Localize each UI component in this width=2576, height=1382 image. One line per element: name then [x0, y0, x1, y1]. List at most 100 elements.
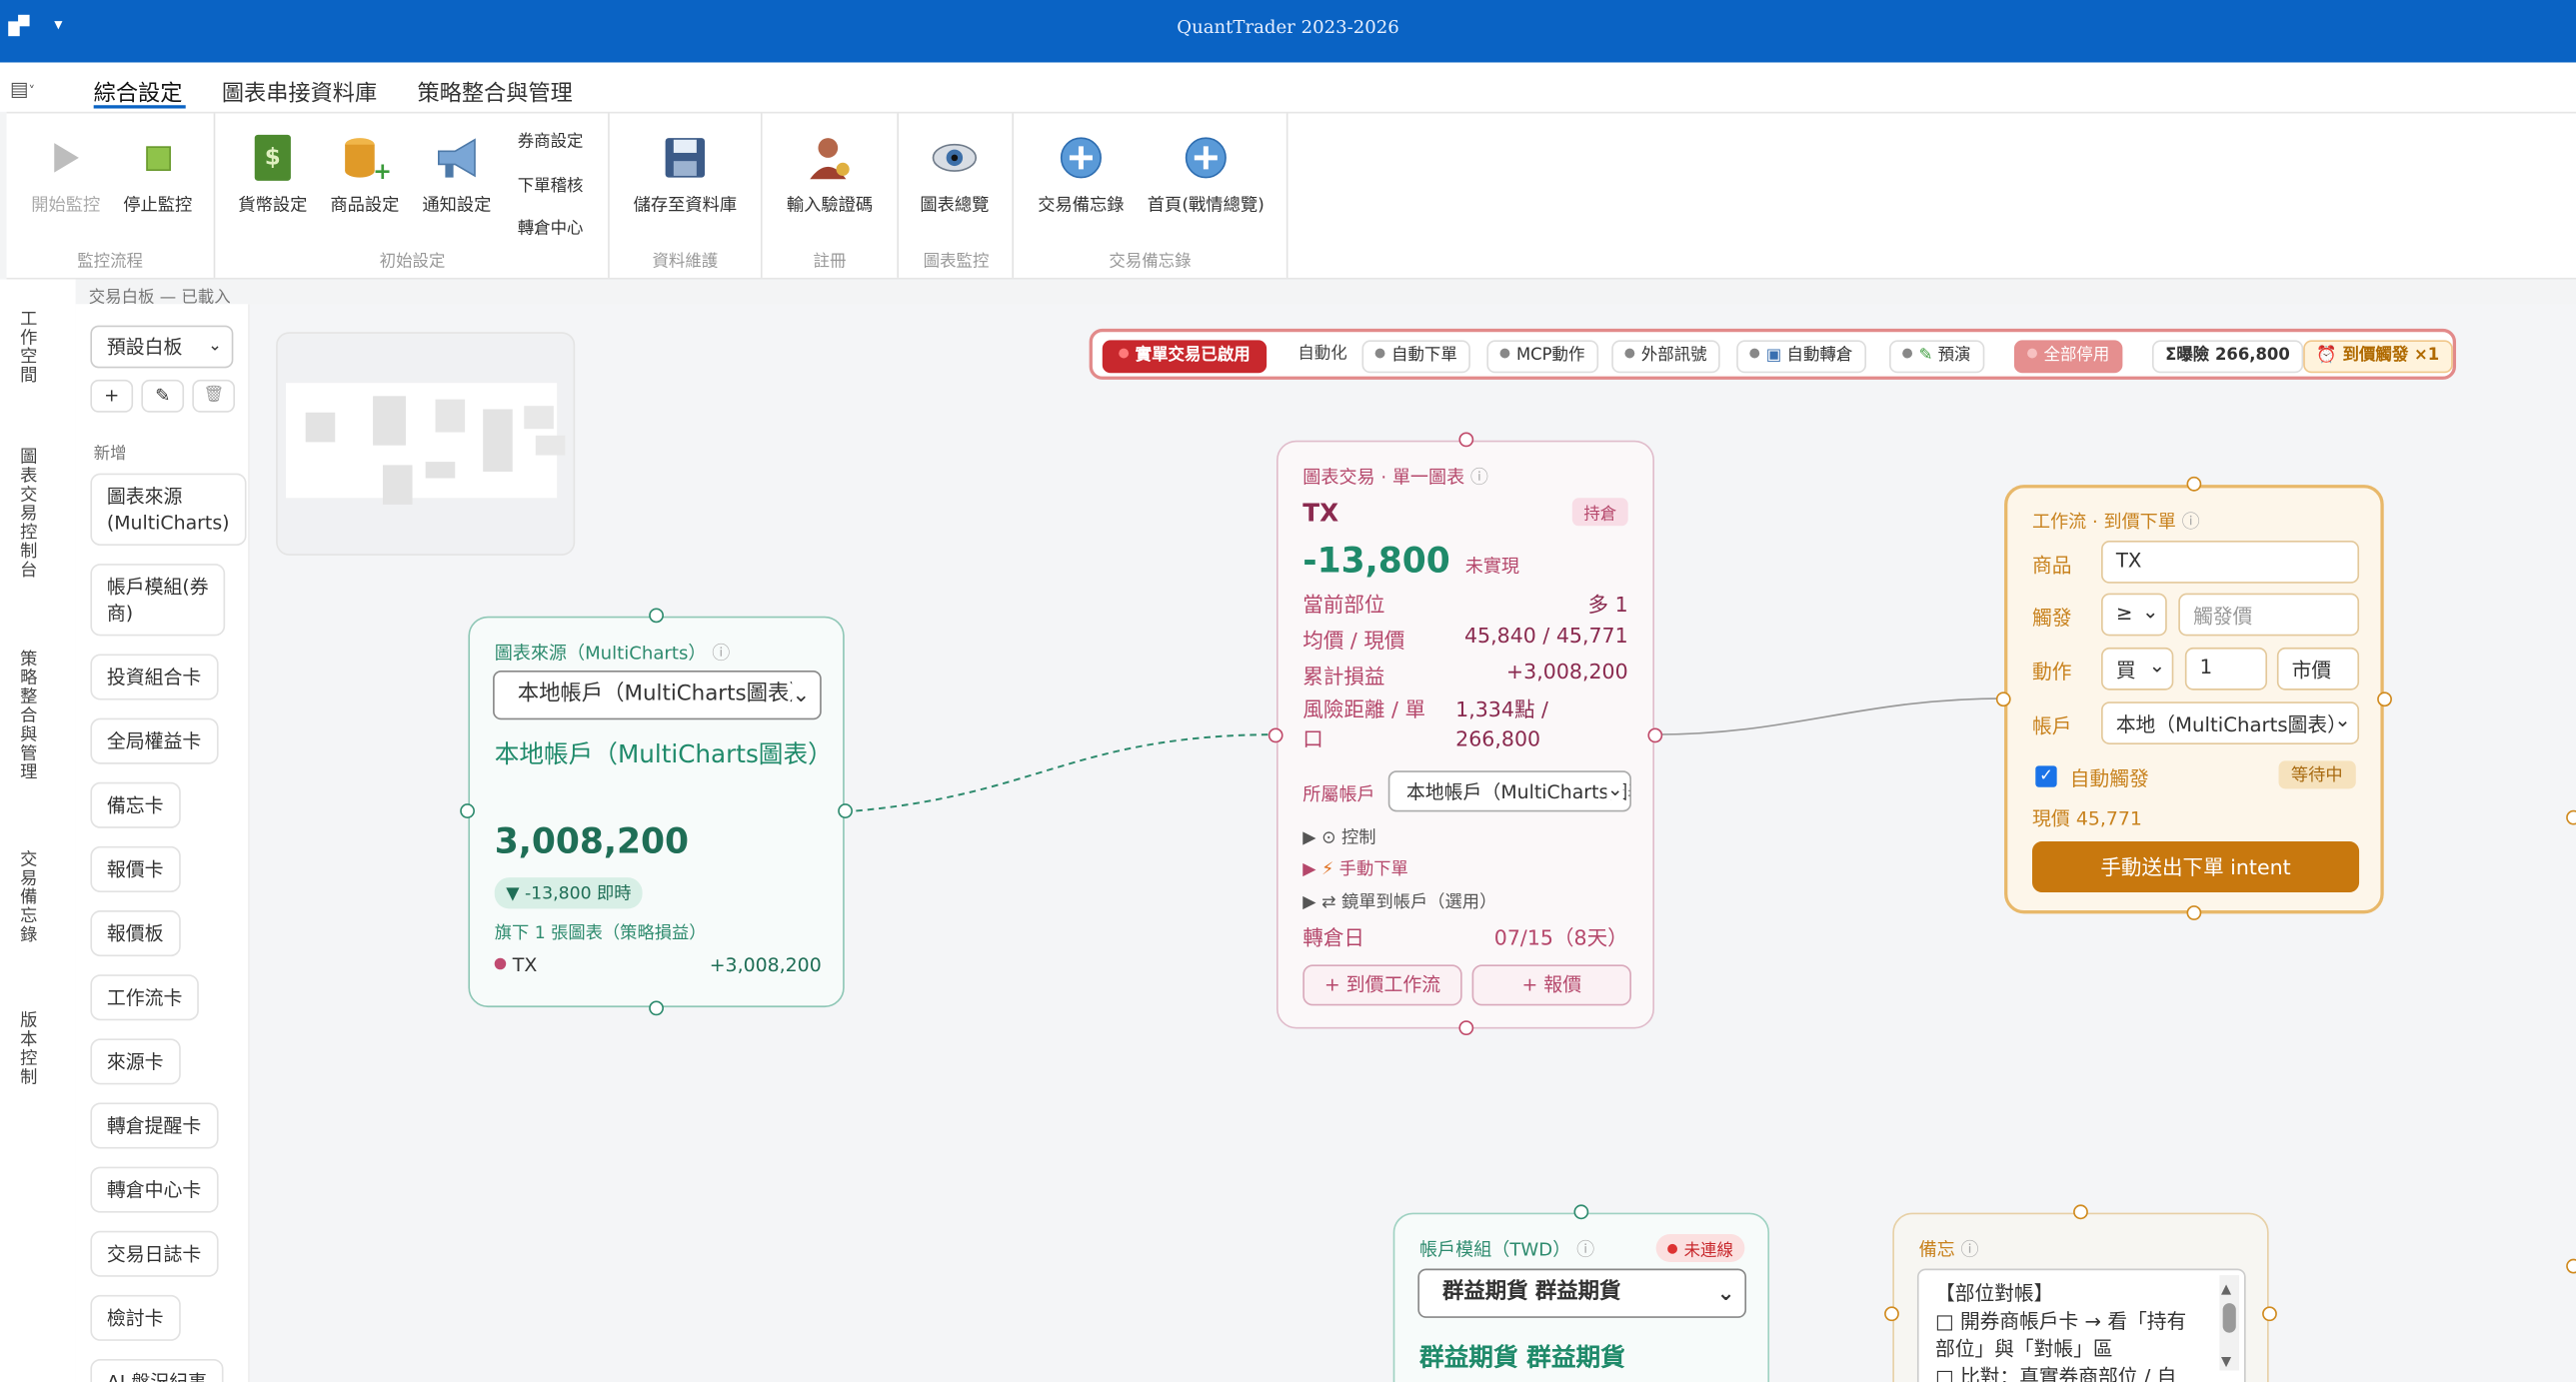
palette-item-source[interactable]: 圖表來源 (MultiCharts) [90, 473, 247, 546]
palette-item-portfolio[interactable]: 投資組合卡 [90, 654, 218, 700]
delete-board-button[interactable]: 🗑 [192, 379, 236, 413]
rail-item-memo[interactable]: 交易備忘錄 [16, 849, 41, 944]
stop-monitor-button[interactable]: 停止監控 [118, 133, 197, 217]
save-to-db-button[interactable]: 儲存至資料庫 [625, 133, 747, 217]
port-handle[interactable] [2566, 1258, 2576, 1274]
window-title: QuantTrader 2023-2026 [1177, 16, 1399, 38]
palette-item-account[interactable]: 帳戶模組(券 商) [90, 564, 226, 637]
ribbon-menu-icon[interactable]: ▤˅ [10, 77, 35, 100]
memo-line: 【部位對帳】 [1935, 1281, 2054, 1305]
add-board-button[interactable]: + [90, 379, 134, 413]
rail-item-strategy[interactable]: 策略整合與管理 [16, 650, 41, 781]
control-section[interactable]: ▶ ⊙ 控制 [1302, 825, 1375, 850]
port-handle[interactable] [1458, 1020, 1474, 1036]
add-price-workflow-button[interactable]: + 到價工作流 [1302, 964, 1462, 1006]
palette-item-workflow[interactable]: 工作流卡 [90, 974, 199, 1021]
group-label-init: 初始設定 [379, 253, 446, 272]
database-add-icon: + [340, 133, 390, 182]
workflow-card[interactable]: 工作流 · 到價下單 ⓘ 商品 TX 觸發 ≥ ⌄ 觸發價 動作 買 ⌄ 1 市價 … [1995, 476, 2392, 920]
port-handle[interactable] [2073, 1204, 2088, 1220]
rename-board-button[interactable]: ✎ [141, 379, 185, 413]
bolt-icon: ⚡ [1321, 859, 1334, 879]
palette-item-journal[interactable]: 交易日誌卡 [90, 1230, 218, 1277]
mirror-section[interactable]: ▶ ⇄ 鏡單到帳戶（選用） [1302, 889, 1496, 914]
palette-item-memo[interactable]: 備忘卡 [90, 781, 180, 828]
memo-line: □ 開券商帳戶卡 → 看「持有 [1935, 1309, 2187, 1333]
rail-item-workspace[interactable]: 工作空間 [16, 309, 41, 385]
source-account-select[interactable]: 本地帳戶（MultiCharts圖表） ⌄ [493, 670, 822, 720]
save-disk-icon [661, 133, 710, 182]
wf-order-type-select[interactable]: 市價 [2276, 647, 2360, 691]
port-handle[interactable] [1995, 691, 2011, 707]
port-handle[interactable] [1884, 1306, 1899, 1322]
info-icon: ⓘ [712, 642, 731, 665]
user-key-icon [805, 133, 854, 182]
stop-icon [133, 133, 182, 182]
port-handle[interactable] [838, 803, 853, 818]
port-handle[interactable] [460, 803, 475, 818]
manual-order-section[interactable]: ▶ ⚡ 手動下單 [1302, 856, 1407, 881]
rail-item-chart-console[interactable]: 圖表交易控制台 [16, 447, 41, 579]
board-preset-select[interactable]: 預設白板 ⌄ [90, 325, 234, 369]
chart-trade-card[interactable]: 圖表交易 · 單一圖表 ⓘ TX 持倉 -13,800 未實現 當前部位 多 1… [1268, 432, 1663, 1036]
trade-memo-button[interactable]: 交易備忘錄 [1030, 133, 1132, 217]
port-handle[interactable] [1268, 727, 1284, 743]
chart-overview-button[interactable]: 圖表總覽 [912, 133, 997, 217]
tab-chart-database[interactable]: 圖表串接資料庫 [222, 74, 377, 107]
rollover-center-button[interactable]: 轉倉中心 [513, 214, 589, 238]
wf-trigger-price-input[interactable]: 觸發價 [2178, 593, 2360, 637]
money-icon: $ [248, 133, 297, 182]
tab-general-settings[interactable]: 綜合設定 [94, 74, 183, 107]
palette-item-review[interactable]: 檢討卡 [90, 1294, 180, 1341]
tab-strategy-management[interactable]: 策略整合與管理 [417, 74, 572, 107]
source-item-row[interactable]: TX +3,008,200 [494, 953, 822, 976]
enter-code-button[interactable]: 輸入驗證碼 [779, 133, 881, 217]
port-handle[interactable] [1647, 727, 1663, 743]
send-order-intent-button[interactable]: 手動送出下單 intent [2032, 840, 2360, 892]
port-handle[interactable] [1573, 1204, 1589, 1220]
memo-line: □ 比對：真實券商部位 / 自 [1935, 1365, 2177, 1382]
palette-item-feed[interactable]: 來源卡 [90, 1038, 180, 1085]
eye-icon [930, 133, 979, 182]
product-settings-button[interactable]: + 商品設定 [324, 133, 406, 217]
port-handle[interactable] [2566, 809, 2576, 825]
port-handle[interactable] [649, 608, 664, 624]
home-dashboard-button[interactable]: 首頁(戰情總覽) [1142, 133, 1270, 217]
whiteboard-canvas[interactable]: 實單交易已啟用 自動化 自動下單 MCP動作 外部訊號 ▣ 自動轉倉 ✎ 預演 … [249, 304, 2576, 1382]
palette-item-quote-board[interactable]: 報價板 [90, 910, 180, 957]
palette-item-roll-center[interactable]: 轉倉中心卡 [90, 1166, 218, 1213]
workflow-card-header: 工作流 · 到價下單 ⓘ [2032, 511, 2200, 533]
source-card[interactable]: 圖表來源（MultiCharts） ⓘ 本地帳戶（MultiCharts圖表） ⌄… [460, 608, 853, 1016]
wf-side-select[interactable]: 買 ⌄ [2101, 647, 2174, 691]
broker-settings-button[interactable]: 券商設定 [513, 127, 589, 151]
port-handle[interactable] [649, 1000, 664, 1016]
rail-item-version[interactable]: 版本控制 [16, 1010, 41, 1086]
broker-account-select[interactable]: 群益期貨 群益期貨 ⌄ [1417, 1268, 1747, 1318]
port-handle[interactable] [2186, 905, 2202, 920]
port-handle[interactable] [1458, 432, 1474, 448]
wf-product-input[interactable]: TX [2101, 541, 2360, 584]
chart-account-select[interactable]: 本地帳戶（MultiCharts圖表）⌄ [1387, 770, 1631, 812]
wf-qty-input[interactable]: 1 [2184, 647, 2268, 691]
unrealized-pnl: -13,800 未實現 [1302, 541, 1520, 581]
wf-account-select[interactable]: 本地（MultiCharts圖表） ⌄ [2101, 701, 2360, 744]
memo-textarea[interactable]: 【部位對帳】 □ 開券商帳戶卡 → 看「持有 部位」與「對帳」區 □ 比對：真實… [1916, 1268, 2246, 1382]
notify-settings-button[interactable]: 通知設定 [416, 133, 498, 217]
wf-trigger-operator-select[interactable]: ≥ ⌄ [2101, 593, 2167, 637]
order-audit-button[interactable]: 下單稽核 [513, 171, 589, 196]
palette-item-global-equity[interactable]: 全局權益卡 [90, 717, 218, 764]
roll-date-label: 轉倉日 [1302, 924, 1364, 950]
memo-scrollbar[interactable]: ▲ ▼ [2219, 1275, 2240, 1371]
palette-item-roll-reminder[interactable]: 轉倉提醒卡 [90, 1102, 218, 1149]
port-handle[interactable] [2377, 691, 2392, 707]
port-handle[interactable] [2186, 476, 2202, 492]
currency-settings-button[interactable]: $ 貨幣設定 [232, 133, 314, 217]
memo-card[interactable]: 備忘 ⓘ 【部位對帳】 □ 開券商帳戶卡 → 看「持有 部位」與「對帳」區 □ … [1884, 1204, 2277, 1382]
palette-item-ai-notes[interactable]: AI 盤況紀事 [90, 1359, 224, 1382]
wf-auto-trigger-checkbox[interactable]: ✓ [2035, 765, 2057, 787]
port-handle[interactable] [2262, 1306, 2277, 1322]
add-quote-button[interactable]: + 報價 [1471, 964, 1631, 1006]
palette-item-quote[interactable]: 報價卡 [90, 845, 180, 892]
account-module-card[interactable]: 帳戶模組（TWD） ⓘ 未連線 群益期貨 群益期貨 ⌄ 群益期貨 群益期貨 [1392, 1204, 1770, 1382]
start-monitor-button[interactable]: 開始監控 [26, 133, 105, 217]
